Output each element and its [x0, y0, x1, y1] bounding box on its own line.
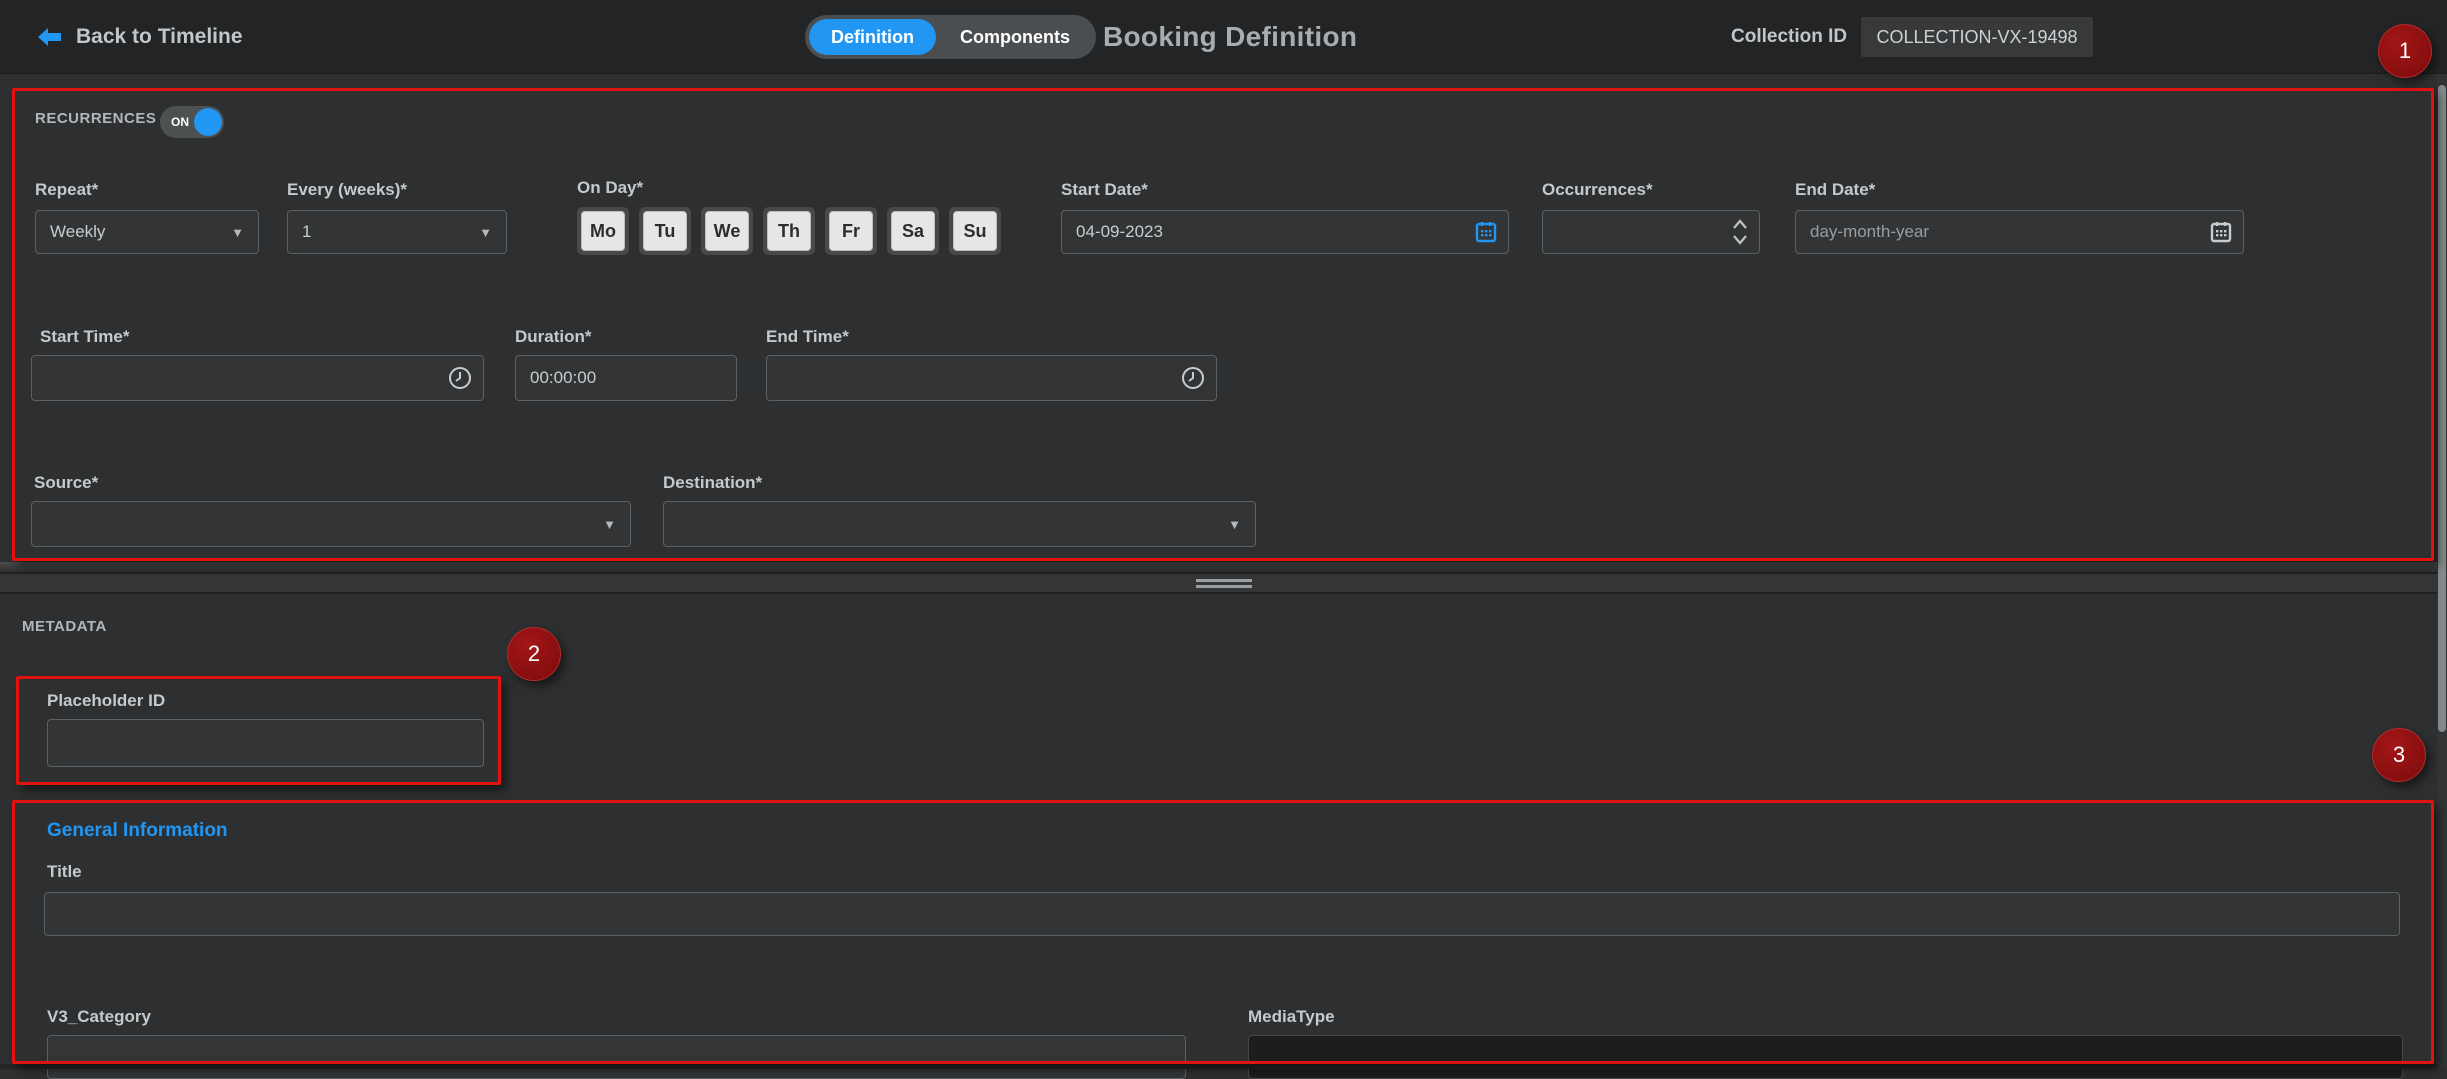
tab-definition[interactable]: Definition: [809, 19, 936, 55]
back-to-timeline-link[interactable]: Back to Timeline: [38, 0, 243, 74]
every-weeks-select-value: 1: [302, 222, 311, 242]
source-label: Source*: [34, 473, 98, 493]
day-button-su-label: Su: [953, 211, 997, 251]
title-input[interactable]: [44, 892, 2400, 936]
v3-category-input[interactable]: [47, 1035, 1186, 1079]
top-bar: Back to Timeline Definition Components B…: [0, 0, 2447, 74]
toggle-knob-icon: [194, 108, 222, 136]
media-type-label: MediaType: [1248, 1007, 1335, 1027]
day-button-mo[interactable]: Mo: [577, 207, 629, 255]
general-information-header: General Information: [47, 820, 228, 842]
day-button-fr[interactable]: Fr: [825, 207, 877, 255]
day-button-sa[interactable]: Sa: [887, 207, 939, 255]
day-button-sa-label: Sa: [891, 211, 935, 251]
duration-input[interactable]: [515, 355, 737, 401]
destination-label: Destination*: [663, 473, 762, 493]
start-date-input[interactable]: [1061, 210, 1509, 254]
chevron-down-icon: ▼: [231, 225, 244, 240]
every-weeks-label: Every (weeks)*: [287, 180, 407, 200]
day-button-fr-label: Fr: [829, 211, 873, 251]
annotation-region-1: [12, 88, 2434, 561]
day-button-th[interactable]: Th: [763, 207, 815, 255]
scrollbar-track[interactable]: [2437, 74, 2447, 1069]
day-button-tu[interactable]: Tu: [639, 207, 691, 255]
definition-components-tab-group: Definition Components: [805, 15, 1096, 59]
annotation-marker-3: 3: [2372, 728, 2426, 782]
day-button-th-label: Th: [767, 211, 811, 251]
media-type-input[interactable]: [1248, 1035, 2403, 1079]
day-button-we-label: We: [705, 211, 749, 251]
placeholder-id-label: Placeholder ID: [47, 691, 165, 711]
title-label: Title: [47, 862, 82, 882]
day-button-mo-label: Mo: [581, 211, 625, 251]
chevron-down-icon: ▼: [603, 517, 616, 532]
start-date-label: Start Date*: [1061, 180, 1148, 200]
end-time-label: End Time*: [766, 327, 849, 347]
occurrences-input[interactable]: [1542, 210, 1760, 254]
end-date-input[interactable]: [1795, 210, 2244, 254]
clock-icon[interactable]: [1181, 366, 1205, 390]
day-button-we[interactable]: We: [701, 207, 753, 255]
splitter-bar: [0, 572, 2447, 594]
metadata-section-label: METADATA: [22, 618, 107, 635]
repeat-select-value: Weekly: [50, 222, 105, 242]
start-time-label: Start Time*: [40, 327, 129, 347]
day-button-tu-label: Tu: [643, 211, 687, 251]
splitter-drag-handle[interactable]: [1196, 579, 1252, 591]
source-select[interactable]: ▼: [31, 501, 631, 547]
chevron-down-icon: ▼: [479, 225, 492, 240]
every-weeks-select[interactable]: 1 ▼: [287, 210, 507, 254]
day-button-su[interactable]: Su: [949, 207, 1001, 255]
toggle-on-label: ON: [171, 115, 189, 129]
recurrences-toggle[interactable]: ON: [160, 106, 224, 138]
destination-select[interactable]: ▼: [663, 501, 1256, 547]
collection-id-value: COLLECTION-VX-19498: [1861, 17, 2093, 57]
page-title: Booking Definition: [1103, 0, 1357, 74]
occurrences-label: Occurrences*: [1542, 180, 1653, 200]
on-day-label: On Day*: [577, 178, 643, 198]
clock-icon[interactable]: [448, 366, 472, 390]
spinner-up-down-icon[interactable]: [1732, 218, 1748, 246]
panel-shadow: [0, 562, 2447, 572]
collection-id-label: Collection ID: [1731, 0, 1847, 74]
arrow-left-icon: [38, 26, 62, 48]
end-time-input[interactable]: [766, 355, 1217, 401]
chevron-down-icon: ▼: [1228, 517, 1241, 532]
scrollbar-thumb[interactable]: [2438, 85, 2446, 732]
duration-label: Duration*: [515, 327, 592, 347]
end-date-label: End Date*: [1795, 180, 1875, 200]
start-time-input[interactable]: [31, 355, 484, 401]
repeat-select[interactable]: Weekly ▼: [35, 210, 259, 254]
repeat-label: Repeat*: [35, 180, 98, 200]
annotation-marker-2: 2: [507, 627, 561, 681]
placeholder-id-input[interactable]: [47, 719, 484, 767]
back-to-timeline-label: Back to Timeline: [76, 25, 243, 49]
recurrences-section-label: RECURRENCES: [35, 110, 156, 127]
calendar-icon[interactable]: [2210, 221, 2232, 243]
v3-category-label: V3_Category: [47, 1007, 151, 1027]
bottom-strip: [0, 1064, 2447, 1069]
calendar-icon[interactable]: [1475, 221, 1497, 243]
tab-components[interactable]: Components: [938, 19, 1092, 55]
